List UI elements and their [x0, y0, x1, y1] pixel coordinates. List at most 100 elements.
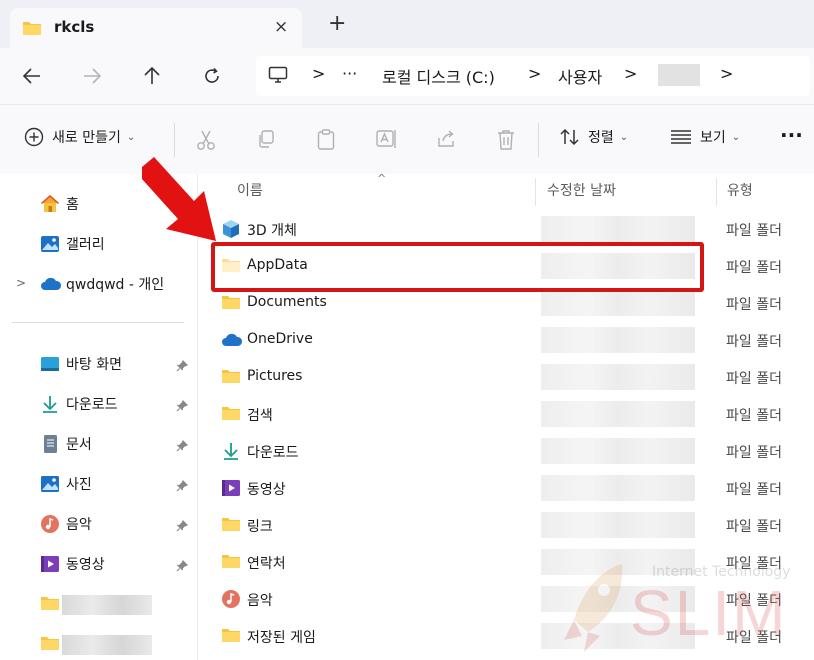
breadcrumb-separator: >	[624, 64, 638, 83]
new-tab-button[interactable]: +	[328, 13, 346, 35]
download-icon	[221, 441, 241, 461]
tab-title: rkcls	[54, 18, 95, 36]
new-button[interactable]: 새로 만들기 ⌄	[24, 127, 135, 147]
sort-icon	[560, 128, 579, 146]
breadcrumb-local-disk[interactable]: 로컬 디스크 (C:)	[382, 64, 495, 88]
tab-rkcls[interactable]: rkcls ×	[10, 8, 302, 48]
folder-icon	[221, 552, 241, 572]
column-divider[interactable]	[535, 178, 536, 206]
sort-button-label: 정렬	[588, 130, 614, 146]
document-icon	[40, 434, 60, 454]
sidebar-item-desktop[interactable]: 바탕 화면	[0, 348, 198, 378]
sidebar-divider	[12, 322, 184, 323]
column-header-type[interactable]: 유형	[727, 180, 753, 200]
sidebar-item-pictures[interactable]: 사진	[0, 468, 198, 498]
redacted-label	[62, 635, 152, 655]
up-button[interactable]	[138, 62, 166, 90]
pin-icon[interactable]	[176, 517, 189, 536]
expand-chevron-icon[interactable]: >	[16, 276, 26, 290]
pin-icon[interactable]	[176, 557, 189, 576]
close-tab-icon[interactable]: ×	[274, 17, 288, 37]
pin-icon[interactable]	[176, 397, 189, 416]
breadcrumb-overflow-button[interactable]: ···	[342, 64, 357, 83]
rename-icon[interactable]	[376, 129, 398, 153]
music-icon	[221, 589, 241, 609]
redacted-date	[541, 327, 695, 353]
file-row[interactable]: 다운로드 파일 폴더	[199, 432, 814, 469]
add-circle-icon	[24, 127, 44, 147]
file-type: 파일 폴더	[726, 297, 782, 313]
view-button[interactable]: 보기 ⌄	[670, 127, 740, 147]
file-row[interactable]: Pictures 파일 폴더	[199, 358, 814, 395]
file-row[interactable]: 링크 파일 폴더	[199, 506, 814, 543]
pin-icon[interactable]	[176, 437, 189, 456]
breadcrumb-separator: >	[312, 64, 326, 83]
redacted-date	[541, 364, 695, 390]
computer-icon	[268, 66, 288, 88]
column-header-name[interactable]: 이름	[237, 180, 263, 200]
folder-icon	[221, 515, 241, 535]
paste-icon[interactable]	[316, 129, 336, 155]
sidebar-item-label: 다운로드	[66, 397, 118, 413]
file-type: 파일 폴더	[726, 519, 782, 535]
file-row[interactable]: 검색 파일 폴더	[199, 395, 814, 432]
folder-icon	[22, 19, 42, 41]
sidebar-item-documents[interactable]: 문서	[0, 428, 198, 458]
pin-icon[interactable]	[176, 477, 189, 496]
file-row[interactable]: 동영상 파일 폴더	[199, 469, 814, 506]
sidebar-item-videos[interactable]: 동영상	[0, 548, 198, 578]
arrow-right-icon	[84, 68, 101, 84]
file-name: 저장된 게임	[247, 630, 316, 646]
file-type: 파일 폴더	[726, 371, 782, 387]
watermark-title: SLIM	[630, 577, 788, 649]
delete-icon[interactable]	[496, 129, 516, 155]
breadcrumb-users[interactable]: 사용자	[558, 64, 602, 88]
column-header-modified[interactable]: 수정한 날짜	[547, 180, 616, 200]
sidebar-item-downloads[interactable]: 다운로드	[0, 388, 198, 418]
sidebar-item-label: 바탕 화면	[66, 357, 122, 373]
forward-button[interactable]	[78, 62, 106, 90]
folder-icon	[221, 367, 241, 387]
redacted-date	[541, 438, 695, 464]
toolbar-divider	[538, 123, 539, 157]
back-button[interactable]	[18, 62, 46, 90]
sidebar-item-label: 홈	[66, 197, 79, 213]
folder-icon	[221, 404, 241, 424]
pin-icon[interactable]	[176, 357, 189, 376]
more-options-button[interactable]: ···	[780, 123, 803, 147]
file-row[interactable]: OneDrive 파일 폴더	[199, 321, 814, 358]
onedrive-cloud-icon	[40, 274, 62, 294]
share-icon[interactable]	[436, 129, 458, 153]
breadcrumb-separator: >	[720, 64, 734, 83]
copy-icon[interactable]	[256, 129, 276, 153]
file-name: 연락처	[247, 556, 286, 572]
folder-icon	[40, 634, 60, 654]
rocket-logo-icon	[564, 564, 623, 652]
sidebar-item-label: 사진	[66, 477, 92, 493]
file-name: Pictures	[247, 368, 303, 384]
file-name: Documents	[247, 294, 327, 310]
sidebar-item-onedrive[interactable]: > qwdqwd - 개인	[0, 268, 198, 298]
folder-icon	[221, 626, 241, 646]
onedrive-cloud-icon	[221, 330, 243, 350]
redacted-date	[541, 290, 695, 316]
file-name: 다운로드	[247, 445, 299, 461]
redacted-date	[541, 401, 695, 427]
sort-button[interactable]: 정렬 ⌄	[560, 127, 628, 147]
file-type: 파일 폴더	[726, 408, 782, 424]
column-divider[interactable]	[716, 178, 717, 206]
video-icon	[40, 554, 60, 574]
sidebar-item-music[interactable]: 음악	[0, 508, 198, 538]
pictures-icon	[40, 474, 60, 494]
sidebar-item-redacted-folder[interactable]	[0, 628, 198, 658]
breadcrumb-redacted-user[interactable]	[658, 64, 700, 86]
file-type: 파일 폴더	[726, 223, 782, 239]
address-bar[interactable]: > ··· 로컬 디스크 (C:) > 사용자 > >	[256, 56, 810, 96]
chevron-down-icon: ⌄	[731, 131, 741, 143]
cut-icon[interactable]	[196, 129, 216, 155]
refresh-button[interactable]	[198, 62, 226, 90]
file-name: 음악	[247, 593, 273, 609]
redacted-date	[541, 216, 695, 242]
sidebar-item-redacted-folder[interactable]	[0, 588, 198, 618]
sidebar-item-label: 음악	[66, 517, 92, 533]
